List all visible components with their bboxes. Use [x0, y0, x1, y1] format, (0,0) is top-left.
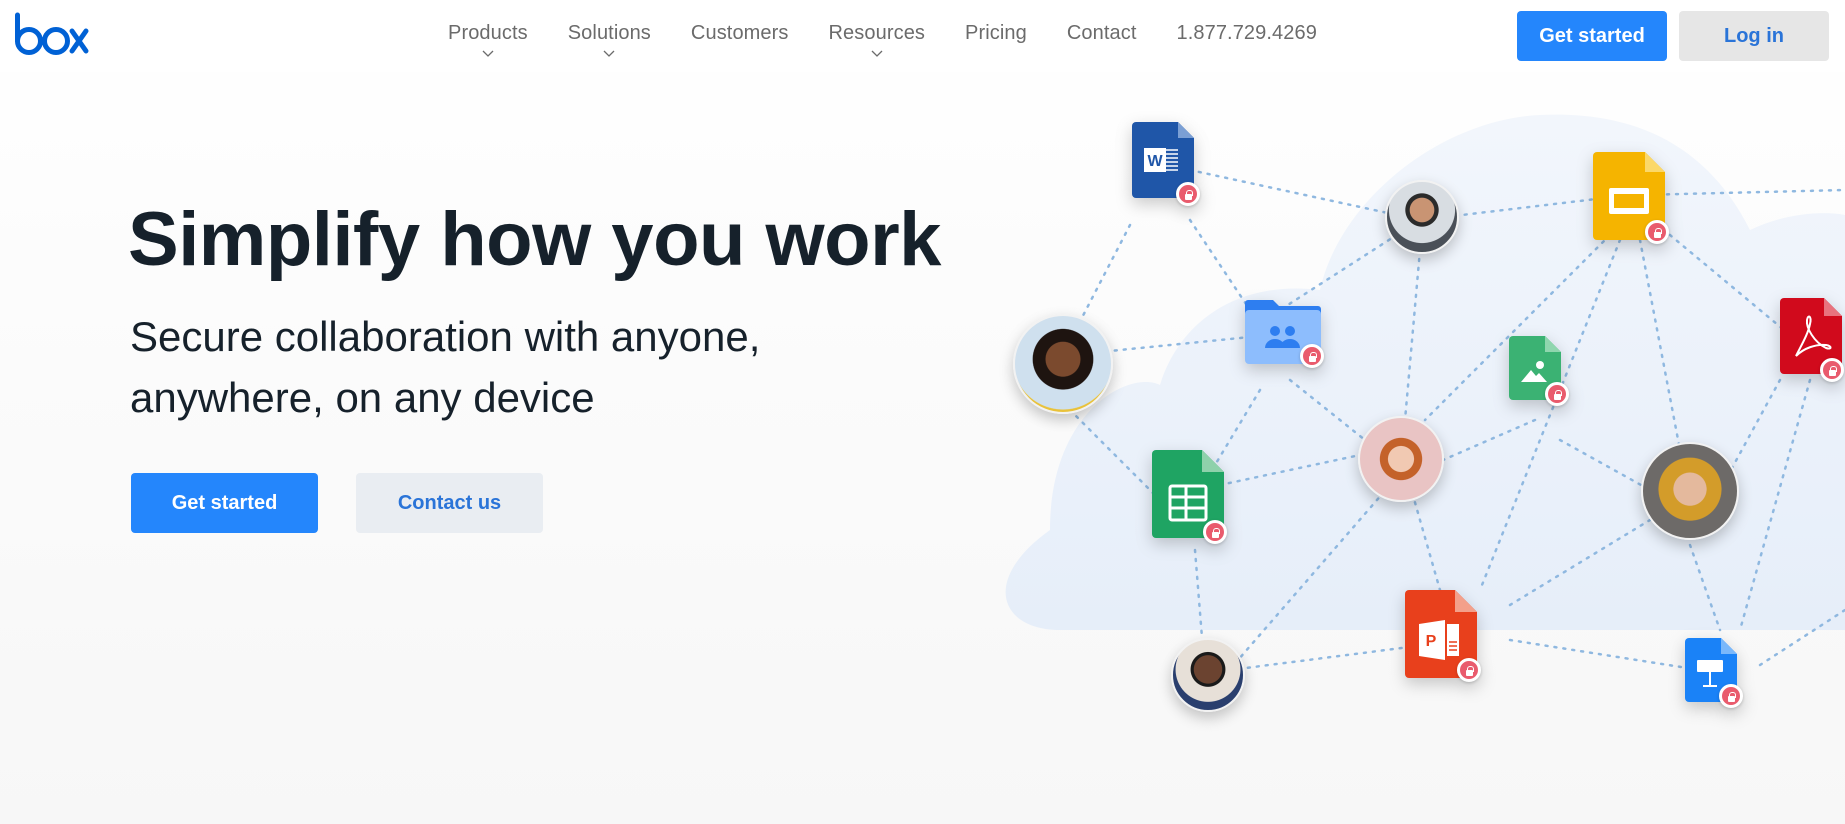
nav-resources-label: Resources — [828, 22, 926, 44]
collaboration-illustration: W P — [980, 90, 1845, 750]
pdf-file-icon — [1780, 298, 1844, 382]
word-document-icon: W — [1132, 122, 1200, 206]
lock-icon — [1820, 358, 1844, 382]
site-header: Products Solutions Customers Resources P… — [0, 0, 1845, 72]
lock-icon — [1545, 382, 1569, 406]
nav-solutions[interactable]: Solutions — [567, 0, 651, 57]
google-slides-icon — [1593, 152, 1669, 245]
nav-pricing-label: Pricing — [965, 22, 1027, 44]
lock-icon — [1645, 220, 1669, 244]
lock-icon — [1719, 684, 1743, 708]
lock-icon — [1176, 182, 1200, 206]
image-file-icon — [1509, 336, 1569, 406]
nav-products[interactable]: Products — [448, 0, 528, 57]
hero-title: Simplify how you work — [128, 197, 941, 282]
main-nav: Products Solutions Customers Resources P… — [448, 0, 1317, 72]
lock-icon — [1457, 658, 1481, 682]
phone-number: 1.877.729.4269 — [1176, 22, 1317, 44]
header-login-button[interactable]: Log in — [1679, 11, 1829, 61]
nav-customers[interactable]: Customers — [691, 0, 789, 45]
nav-contact[interactable]: Contact — [1067, 0, 1137, 45]
nav-resources[interactable]: Resources — [828, 0, 926, 57]
nav-solutions-label: Solutions — [567, 22, 651, 44]
avatar-woman-curly-hair — [1013, 314, 1113, 414]
svg-text:P: P — [1426, 633, 1437, 650]
hero-subtitle: Secure collaboration with anyone, anywhe… — [130, 306, 850, 428]
powerpoint-file-icon: P — [1405, 590, 1481, 683]
nav-customers-label: Customers — [690, 22, 789, 44]
shared-folder-icon — [1245, 300, 1324, 369]
hero-subtitle-line-2: anywhere, on any device — [130, 374, 595, 421]
avatar-man-red-hair — [1358, 416, 1444, 502]
avatar-woman-headscarf — [1641, 442, 1739, 540]
nav-products-label: Products — [448, 22, 528, 44]
hero-subtitle-line-1: Secure collaboration with anyone, — [130, 313, 761, 360]
chevron-down-icon — [482, 50, 494, 57]
nav-contact-label: Contact — [1066, 22, 1137, 44]
svg-text:W: W — [1147, 153, 1163, 170]
nav-pricing[interactable]: Pricing — [965, 0, 1027, 45]
hero-get-started-button[interactable]: Get started — [131, 473, 318, 533]
lock-icon — [1300, 344, 1324, 368]
google-sheets-icon — [1152, 450, 1227, 544]
box-logo[interactable] — [14, 12, 90, 56]
avatar-man-beard — [1385, 180, 1459, 254]
chevron-down-icon — [603, 50, 615, 57]
avatar-man-glasses-suit — [1171, 638, 1245, 712]
chevron-down-icon — [871, 50, 883, 57]
keynote-file-icon — [1685, 638, 1743, 708]
header-get-started-button[interactable]: Get started — [1517, 11, 1667, 61]
lock-icon — [1203, 520, 1227, 544]
nav-phone-link[interactable]: 1.877.729.4269 — [1177, 0, 1317, 45]
hero-contact-us-button[interactable]: Contact us — [356, 473, 543, 533]
